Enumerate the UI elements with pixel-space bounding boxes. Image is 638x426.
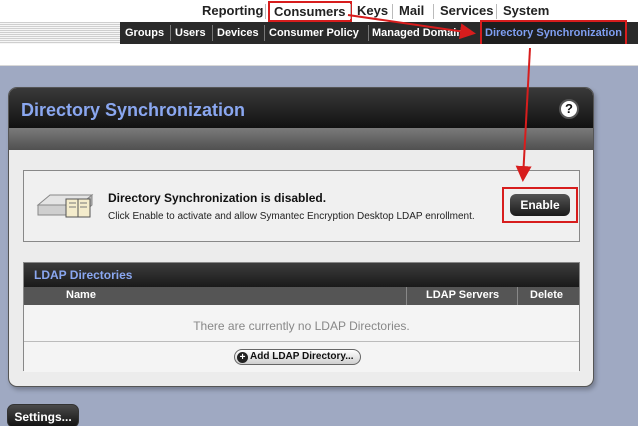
subnav-groups[interactable]: Groups [125, 22, 164, 44]
help-icon[interactable]: ? [559, 99, 579, 119]
column-divider [517, 287, 518, 305]
column-ldap-servers[interactable]: LDAP Servers [426, 289, 499, 301]
empty-message: There are currently no LDAP Directories. [193, 319, 410, 333]
subnav-users[interactable]: Users [175, 22, 206, 44]
page-title: Directory Synchronization [21, 100, 246, 120]
panel-header: Directory Synchronization ? [9, 88, 593, 128]
nav-divider [433, 4, 434, 19]
column-divider [406, 287, 407, 305]
panel-subheader [9, 128, 593, 150]
nav-keys[interactable]: Keys [357, 3, 388, 18]
add-ldap-directory-button[interactable]: + Add LDAP Directory... [234, 349, 361, 365]
subnav-directory-synchronization[interactable]: Directory Synchronization [480, 20, 627, 46]
ldap-header: LDAP Directories [24, 263, 579, 287]
nav-divider [350, 4, 351, 19]
nav-divider [392, 4, 393, 19]
nav-divider [496, 4, 497, 19]
ldap-column-headers: Name LDAP Servers Delete [24, 287, 579, 305]
nav-mail[interactable]: Mail [399, 3, 424, 18]
ldap-directories-section: LDAP Directories Name LDAP Servers Delet… [23, 262, 580, 372]
status-description: Click Enable to activate and allow Syman… [108, 211, 475, 222]
sync-status-box: Directory Synchronization is disabled. C… [23, 170, 580, 242]
column-delete: Delete [530, 289, 564, 301]
subnav-divider [264, 25, 265, 41]
column-name[interactable]: Name [66, 289, 96, 301]
subnav-devices[interactable]: Devices [217, 22, 259, 44]
nav-divider [265, 4, 266, 19]
plus-icon: + [237, 352, 248, 363]
add-ldap-label: Add LDAP Directory... [250, 351, 354, 362]
nav-system[interactable]: System [503, 3, 549, 18]
nav-reporting[interactable]: Reporting [202, 3, 263, 18]
top-navigation: Reporting Consumers Keys Mail Services S… [0, 0, 638, 22]
ldap-footer: + Add LDAP Directory... [24, 341, 579, 372]
subnav-divider [170, 25, 171, 41]
nav-consumers[interactable]: Consumers [268, 1, 352, 22]
enable-button[interactable]: Enable [510, 194, 570, 216]
sub-navigation: Groups Users Devices Consumer Policy Man… [120, 20, 638, 46]
toolbar-strip [0, 44, 638, 66]
subnav-divider [212, 25, 213, 41]
nav-services[interactable]: Services [440, 3, 494, 18]
subnav-managed-domains[interactable]: Managed Domains [372, 22, 469, 44]
enable-highlight: Enable [502, 187, 578, 223]
settings-button[interactable]: Settings... [7, 404, 79, 426]
subnav-divider [368, 25, 369, 41]
subnav-consumer-policy[interactable]: Consumer Policy [269, 22, 359, 44]
directory-server-icon [36, 193, 94, 218]
status-title: Directory Synchronization is disabled. [108, 191, 327, 205]
ldap-title: LDAP Directories [34, 268, 133, 282]
directory-sync-panel: Directory Synchronization ? Directory Sy… [8, 87, 594, 387]
